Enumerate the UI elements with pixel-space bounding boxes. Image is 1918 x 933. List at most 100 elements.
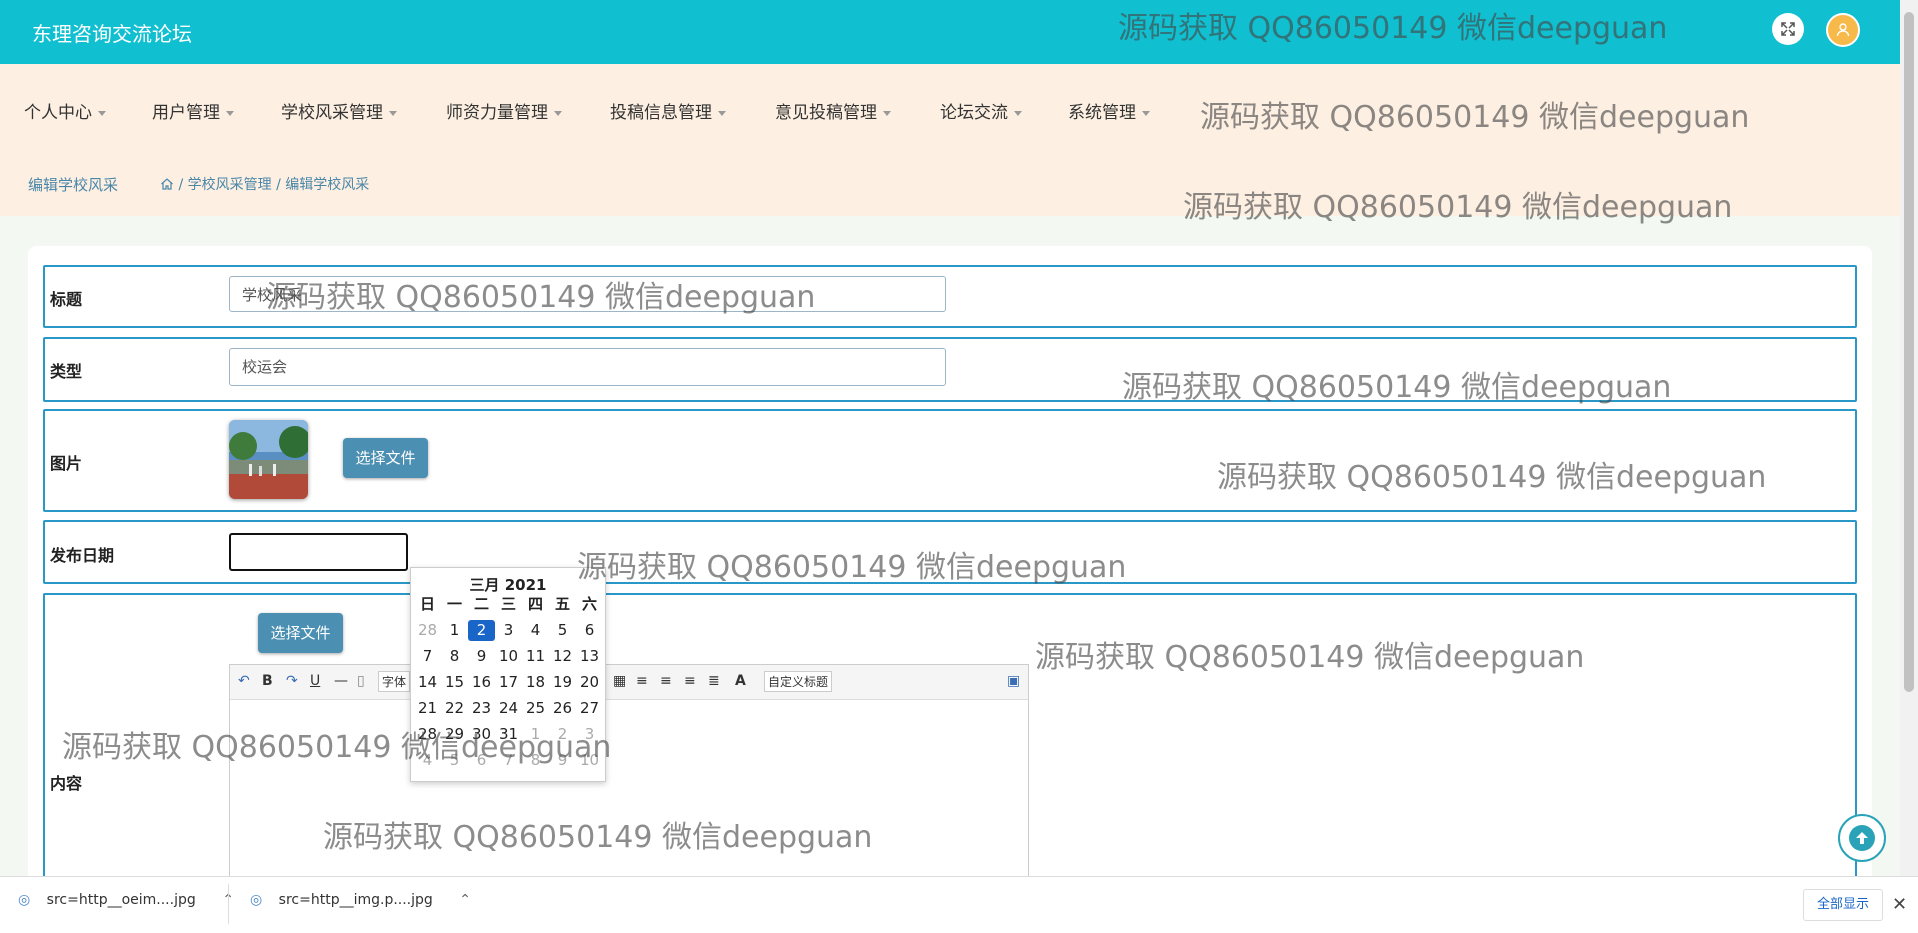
calendar-day[interactable]: 9 [468, 646, 495, 667]
calendar-day[interactable]: 2 [468, 620, 495, 641]
calendar-day[interactable]: 6 [468, 750, 495, 771]
undo-icon[interactable]: ↶ [238, 673, 250, 689]
calendar-day[interactable]: 17 [495, 672, 522, 693]
close-icon[interactable]: ✕ [1892, 894, 1907, 915]
calendar-day[interactable]: 10 [576, 750, 603, 771]
calendar-day[interactable]: 15 [441, 672, 468, 693]
calendar-day[interactable]: 21 [414, 698, 441, 719]
horizontal-rule-icon[interactable]: — [334, 673, 348, 689]
align-left-icon[interactable]: ≡ [636, 673, 648, 689]
calendar-day[interactable]: 10 [495, 646, 522, 667]
menu-system[interactable]: 系统管理 [1068, 98, 1150, 123]
rich-text-editor[interactable]: ↶ B ↷ U — ▯ 字体 ▦ ≡ ≡ ≡ ≣ A 自定义标题 ▣ [229, 664, 1029, 886]
bold-button[interactable]: B [262, 673, 273, 689]
date-label: 发布日期 [50, 546, 115, 565]
calendar-day[interactable]: 1 [441, 620, 468, 641]
breadcrumb-link[interactable]: 学校风采管理 [188, 177, 272, 193]
calendar-day[interactable]: 6 [576, 620, 603, 641]
breadcrumb-separator: / [276, 177, 281, 193]
download-filename: src=http__img.p....jpg [278, 892, 433, 908]
calendar-day[interactable]: 5 [441, 750, 468, 771]
calendar-weekday: 五 [554, 595, 570, 613]
calendar-day[interactable]: 20 [576, 672, 603, 693]
calendar-day[interactable]: 11 [522, 646, 549, 667]
calendar-day[interactable]: 14 [414, 672, 441, 693]
menu-personal-center[interactable]: 个人中心 [24, 98, 106, 123]
content-choose-file-button[interactable]: 选择文件 [258, 613, 343, 653]
underline-button[interactable]: U [310, 673, 320, 689]
app-title: 东理咨询交流论坛 [32, 22, 192, 46]
show-all-downloads-button[interactable]: 全部显示 [1803, 889, 1883, 921]
calendar-day[interactable]: 3 [495, 620, 522, 641]
calendar-weekday: 二 [473, 595, 489, 613]
menu-feedback[interactable]: 意见投稿管理 [775, 98, 891, 123]
calendar-day[interactable]: 23 [468, 698, 495, 719]
font-family-select[interactable]: 字体 [378, 671, 411, 692]
calendar-day[interactable]: 16 [468, 672, 495, 693]
calendar-day[interactable]: 2 [549, 724, 576, 745]
redo-icon[interactable]: ↷ [286, 673, 298, 689]
calendar-day[interactable]: 3 [576, 724, 603, 745]
calendar-day[interactable]: 7 [495, 750, 522, 771]
calendar-day[interactable]: 26 [549, 698, 576, 719]
align-justify-icon[interactable]: ≣ [708, 673, 720, 689]
calendar-day[interactable]: 19 [549, 672, 576, 693]
menu-submissions[interactable]: 投稿信息管理 [610, 98, 726, 123]
calendar-day[interactable]: 4 [522, 620, 549, 641]
calendar-day[interactable]: 28 [414, 724, 441, 745]
calendar-day[interactable]: 1 [522, 724, 549, 745]
home-icon[interactable] [160, 177, 174, 191]
calendar-day[interactable]: 28 [414, 620, 441, 641]
fullscreen-button[interactable] [1772, 13, 1804, 45]
calendar-day[interactable]: 13 [576, 646, 603, 667]
download-filename: src=http__oeim....jpg [46, 892, 196, 908]
font-color-button[interactable]: A [735, 673, 746, 689]
menu-label: 系统管理 [1068, 103, 1136, 123]
calendar-day[interactable]: 29 [441, 724, 468, 745]
align-right-icon[interactable]: ≡ [660, 673, 672, 689]
scrollbar-thumb[interactable] [1904, 12, 1914, 692]
user-icon [1836, 23, 1850, 37]
calendar-day[interactable]: 9 [549, 750, 576, 771]
fullscreen-editor-icon[interactable]: ▣ [1007, 673, 1020, 689]
title-label: 标题 [50, 290, 83, 309]
download-item[interactable]: ◎ src=http__img.p....jpg ⌃ [250, 892, 471, 908]
calendar-day[interactable]: 30 [468, 724, 495, 745]
type-input[interactable]: 校运会 [229, 348, 946, 386]
menu-school-style[interactable]: 学校风采管理 [281, 98, 397, 123]
image-thumbnail[interactable] [229, 420, 308, 499]
menu-user-management[interactable]: 用户管理 [152, 98, 234, 123]
calendar-day[interactable]: 27 [576, 698, 603, 719]
table-icon[interactable]: ▦ [613, 673, 626, 689]
date-input[interactable] [229, 533, 408, 571]
chevron-up-icon[interactable]: ⌃ [459, 892, 471, 908]
menu-label: 意见投稿管理 [775, 103, 877, 123]
caret-down-icon [718, 110, 726, 116]
image-file-icon: ◎ [18, 892, 31, 908]
download-item[interactable]: ◎ src=http__oeim....jpg ⌃ [18, 892, 234, 908]
user-avatar-button[interactable] [1826, 13, 1860, 47]
top-bar [0, 0, 1900, 64]
menu-forum[interactable]: 论坛交流 [940, 98, 1022, 123]
caret-down-icon [98, 110, 106, 116]
calendar-day[interactable]: 8 [441, 646, 468, 667]
calendar-day[interactable]: 12 [549, 646, 576, 667]
align-center-icon[interactable]: ≡ [684, 673, 696, 689]
custom-title-select[interactable]: 自定义标题 [764, 671, 833, 692]
calendar-day[interactable]: 25 [522, 698, 549, 719]
back-to-top-button[interactable] [1838, 814, 1886, 862]
caret-down-icon [226, 110, 234, 116]
calendar-day[interactable]: 8 [522, 750, 549, 771]
menu-faculty[interactable]: 师资力量管理 [446, 98, 562, 123]
title-input[interactable]: 学校风采 [229, 276, 946, 312]
calendar-day[interactable]: 22 [441, 698, 468, 719]
breadcrumb: / 学校风采管理 / 编辑学校风采 [160, 174, 369, 194]
calendar-day[interactable]: 18 [522, 672, 549, 693]
calendar-day[interactable]: 4 [414, 750, 441, 771]
calendar-day[interactable]: 24 [495, 698, 522, 719]
calendar-day[interactable]: 31 [495, 724, 522, 745]
calendar-day[interactable]: 7 [414, 646, 441, 667]
choose-file-button[interactable]: 选择文件 [343, 438, 428, 478]
calendar-day[interactable]: 5 [549, 620, 576, 641]
paste-icon[interactable]: ▯ [357, 673, 365, 689]
